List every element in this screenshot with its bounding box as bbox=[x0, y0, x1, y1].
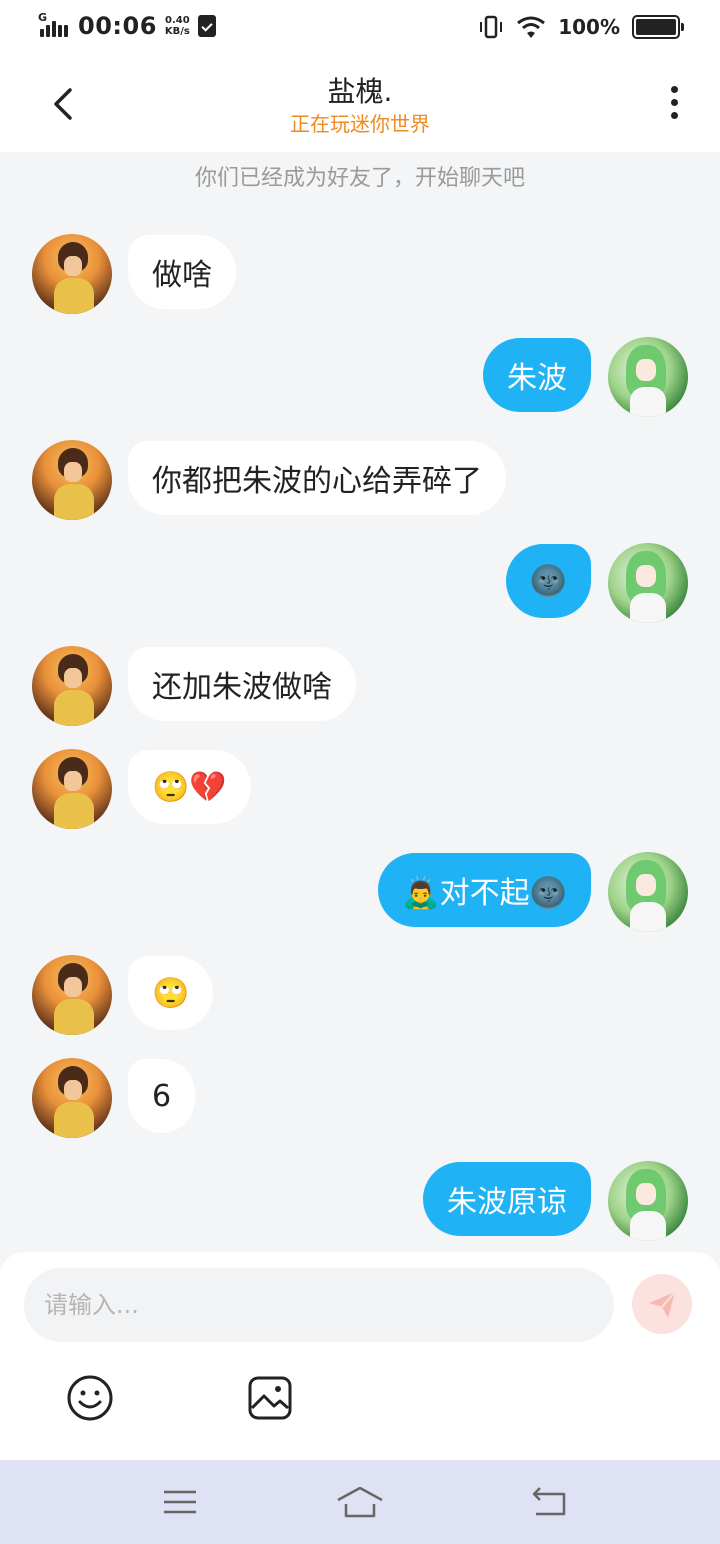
message-bubble-sent[interactable]: 朱波原谅 bbox=[423, 1162, 591, 1236]
contact-avatar[interactable] bbox=[32, 646, 112, 726]
contact-avatar[interactable] bbox=[32, 749, 112, 829]
system-nav-bar bbox=[0, 1460, 720, 1544]
my-avatar[interactable] bbox=[608, 1161, 688, 1241]
wifi-icon bbox=[517, 16, 546, 38]
my-avatar[interactable] bbox=[608, 852, 688, 932]
battery-icon bbox=[632, 15, 684, 39]
status-bar: G 00:06 0.40 KB/s 100% bbox=[0, 0, 720, 56]
net-speed: 0.40 KB/s bbox=[165, 15, 190, 37]
signal-icon: G bbox=[38, 11, 70, 39]
contact-avatar[interactable] bbox=[32, 955, 112, 1035]
message-input[interactable]: 请输入... bbox=[24, 1268, 614, 1342]
message-composer: 请输入... bbox=[0, 1252, 720, 1460]
battery-percent: 100% bbox=[558, 15, 620, 39]
contact-avatar[interactable] bbox=[32, 234, 112, 314]
system-notice: 你们已经成为好友了，开始聊天吧 bbox=[194, 166, 525, 191]
clock: 00:06 bbox=[78, 12, 157, 40]
net-speed-value: 0.40 bbox=[165, 15, 190, 26]
message-bubble-received[interactable]: 🙄 bbox=[128, 956, 214, 1030]
contact-avatar[interactable] bbox=[32, 1058, 112, 1138]
vibrate-icon bbox=[480, 15, 503, 39]
message-bubble-received[interactable]: 🙄💔 bbox=[128, 750, 251, 824]
message-bubble-sent[interactable]: 🌚 bbox=[505, 544, 591, 618]
message-bubble-received[interactable]: 6 bbox=[128, 1059, 196, 1133]
smiley-icon[interactable] bbox=[66, 1374, 114, 1422]
contact-status: 正在玩迷你世界 bbox=[290, 112, 430, 136]
message-bubble-received[interactable]: 还加朱波做啥 bbox=[128, 647, 356, 721]
message-bubble-received[interactable]: 做啥 bbox=[128, 235, 236, 309]
message-bubble-sent[interactable]: 🙇‍♂️对不起🌚 bbox=[378, 853, 591, 927]
network-type: G bbox=[38, 11, 48, 24]
contact-name: 盐槐. bbox=[327, 75, 393, 108]
message-bubble-received[interactable]: 你都把朱波的心给弄碎了 bbox=[128, 441, 506, 515]
my-avatar[interactable] bbox=[608, 337, 688, 417]
more-options-icon[interactable] bbox=[658, 82, 690, 126]
net-speed-unit: KB/s bbox=[164, 26, 190, 37]
image-icon[interactable] bbox=[246, 1374, 294, 1422]
my-avatar[interactable] bbox=[608, 543, 688, 623]
chat-header: 盐槐. 正在玩迷你世界 bbox=[0, 56, 720, 152]
menu-icon[interactable] bbox=[156, 1482, 204, 1522]
home-icon[interactable] bbox=[336, 1482, 384, 1522]
clipboard-check-icon bbox=[197, 15, 216, 37]
contact-avatar[interactable] bbox=[32, 440, 112, 520]
message-bubble-sent[interactable]: 朱波 bbox=[483, 338, 591, 412]
paper-plane-icon[interactable] bbox=[632, 1274, 692, 1334]
back-icon[interactable] bbox=[526, 1482, 574, 1522]
